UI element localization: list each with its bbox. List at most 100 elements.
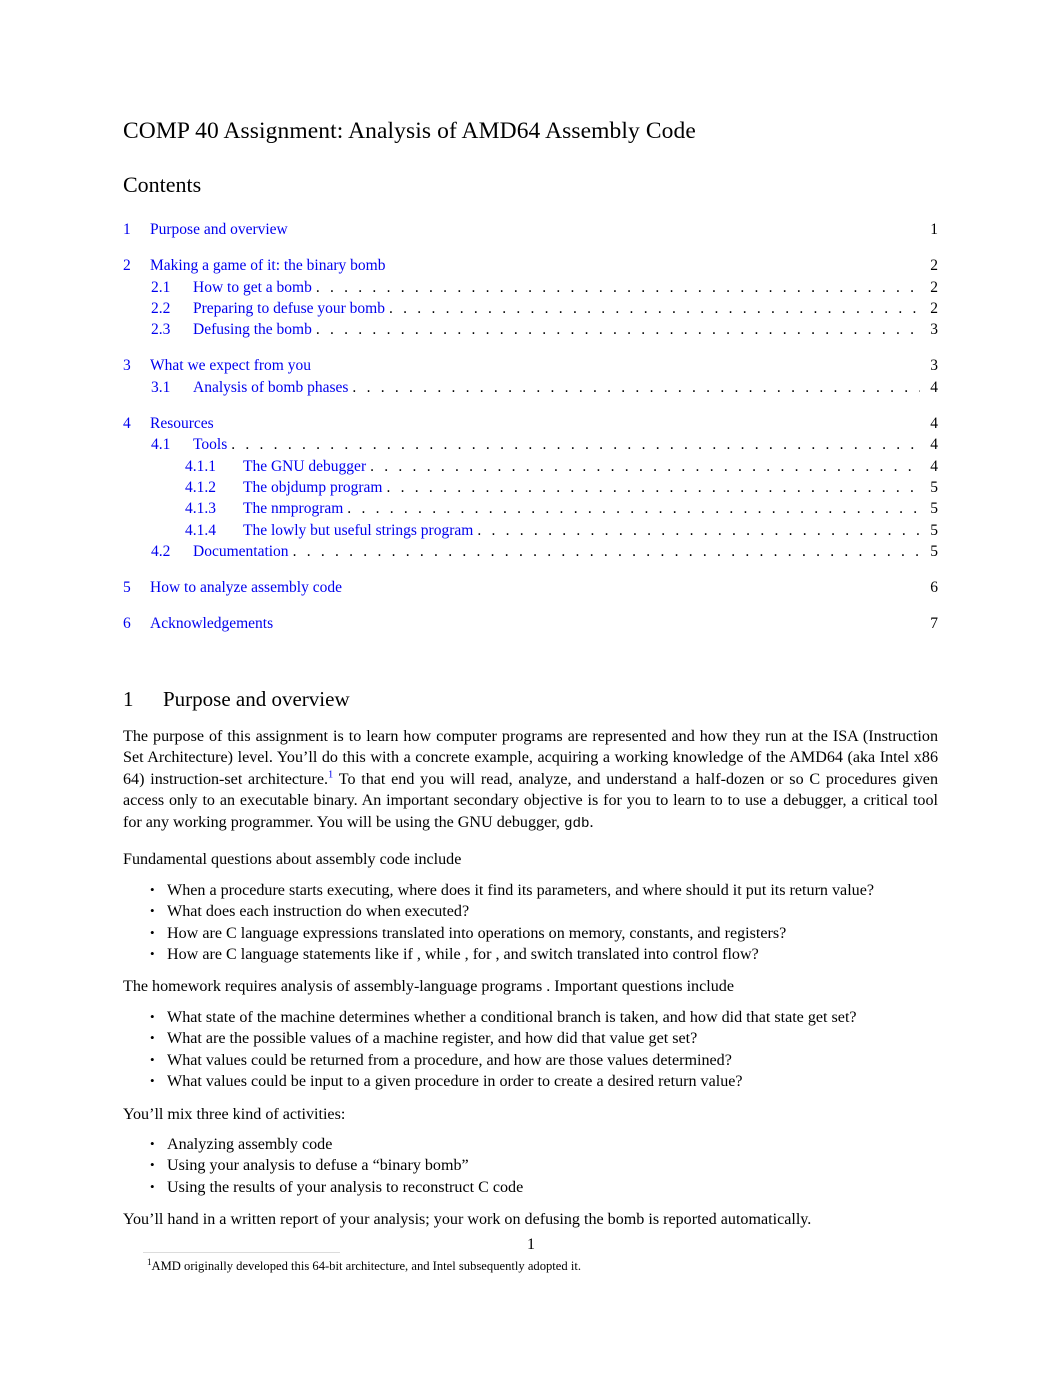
- toc-entry-number: 5: [123, 579, 131, 597]
- list-item: When a procedure starts executing, where…: [123, 879, 938, 901]
- document-page: COMP 40 Assignment: Analysis of AMD64 As…: [0, 0, 1062, 1377]
- toc-entry-3-1[interactable]: 3.1 Analysis of bomb phases 4: [123, 377, 938, 398]
- list-item: Analyzing assembly code: [123, 1133, 938, 1155]
- toc-entry-number: 4: [123, 415, 131, 433]
- toc-entry-page: 4: [930, 457, 938, 475]
- toc-entry-2-1[interactable]: 2.1 How to get a bomb 2: [123, 277, 938, 298]
- toc-entry-page: 2: [930, 278, 938, 296]
- toc-entry-label: How to get a bomb: [193, 278, 312, 296]
- toc-entry-3[interactable]: 3 What we expect from you 3: [123, 355, 938, 376]
- toc-entry-number: 4.1.3: [185, 500, 216, 518]
- toc-entry-number: 3.1: [151, 378, 171, 396]
- toc-dot-leader: [370, 456, 920, 477]
- footnote-1: 1AMD originally developed this 64-bit ar…: [123, 1257, 938, 1274]
- list-item: What does each instruction do when execu…: [123, 900, 938, 922]
- toc-entry-label: Analysis of bomb phases: [193, 378, 349, 396]
- toc-dot-leader: [316, 277, 920, 298]
- toc-entry-page: 2: [930, 299, 938, 317]
- toc-entry-label: The lowly but useful strings program: [243, 521, 474, 539]
- toc-dot-leader: [293, 541, 920, 562]
- toc-entry-2-2[interactable]: 2.2 Preparing to defuse your bomb 2: [123, 298, 938, 319]
- toc-dot-leader: [352, 377, 920, 398]
- toc-entry-page: 5: [930, 478, 938, 496]
- toc-entry-number: 3: [123, 357, 131, 375]
- section-number: 1: [123, 686, 134, 711]
- toc-entry-number: 2.3: [151, 321, 171, 339]
- toc-entry-number: 2.2: [151, 299, 171, 317]
- toc-dot-leader: [231, 434, 920, 455]
- section-title: Purpose and overview: [163, 686, 350, 711]
- toc-entry-4-1-1[interactable]: 4.1.1 The GNU debugger 4: [123, 456, 938, 477]
- toc-entry-number: 4.1.4: [185, 521, 216, 539]
- toc-entry-label: Making a game of it: the binary bomb: [150, 257, 386, 275]
- toc-entry-page: 3: [930, 321, 938, 339]
- toc-entry-page: 5: [930, 521, 938, 539]
- list-item: What values could be returned from a pro…: [123, 1049, 938, 1071]
- toc-group: 2 Making a game of it: the binary bomb 2 2.…: [123, 255, 938, 340]
- table-of-contents: 1 Purpose and overview 1 2 Making a game of …: [123, 219, 938, 635]
- toc-entry-number: 2.1: [151, 278, 171, 296]
- toc-entry-page: 5: [930, 542, 938, 560]
- list-item: How are C language statements like if , …: [123, 943, 938, 965]
- toc-entry-page: 4: [930, 378, 938, 396]
- toc-entry-1[interactable]: 1 Purpose and overview 1: [123, 219, 938, 240]
- toc-entry-label: The objdump program: [243, 478, 383, 496]
- paragraph-intro: The purpose of this assignment is to lea…: [123, 712, 938, 836]
- toc-entry-4-1-3[interactable]: 4.1.3 The nmprogram 5: [123, 498, 938, 519]
- toc-entry-page: 3: [930, 357, 938, 375]
- toc-entry-page: 1: [930, 221, 938, 238]
- list-item: Using the results of your analysis to re…: [123, 1176, 938, 1198]
- toc-dot-leader: [477, 520, 920, 541]
- toc-entry-page: 4: [930, 415, 938, 433]
- toc-entry-4-2[interactable]: 4.2 Documentation 5: [123, 541, 938, 562]
- page-number: 1: [527, 1236, 535, 1253]
- footnote-text: AMD originally developed this 64-bit arc…: [151, 1258, 581, 1273]
- toc-entry-4-1-4[interactable]: 4.1.4 The lowly but useful strings progra…: [123, 520, 938, 541]
- toc-entry-page: 7: [930, 615, 938, 633]
- toc-entry-number: 4.2: [151, 542, 171, 560]
- paragraph-fundamental-questions: Fundamental questions about assembly cod…: [123, 851, 462, 869]
- list-item: What values could be input to a given pr…: [123, 1070, 938, 1092]
- toc-entry-number: 1: [123, 221, 131, 238]
- bullet-list-activities: Analyzing assembly codeUsing your analys…: [123, 1125, 938, 1198]
- toc-entry-4[interactable]: 4 Resources 4: [123, 413, 938, 434]
- toc-entry-label: What we expect from you: [150, 357, 311, 375]
- paragraph-homework-requires: The homework requires analysis of assemb…: [123, 978, 734, 996]
- toc-entry-4-1[interactable]: 4.1 Tools 4: [123, 434, 938, 455]
- toc-entry-page: 6: [930, 579, 938, 597]
- paragraph-activities-intro: You’ll mix three kind of activities:: [123, 1105, 346, 1123]
- toc-entry-label: Defusing the bomb: [193, 321, 312, 339]
- list-item: What are the possible values of a machin…: [123, 1027, 938, 1049]
- toc-dot-leader: [386, 477, 920, 498]
- toc-entry-label: Resources: [150, 415, 214, 433]
- toc-entry-number: 2: [123, 257, 131, 275]
- toc-group: 5 How to analyze assembly code 6: [123, 577, 938, 598]
- toc-entry-number: 4.1: [151, 436, 171, 454]
- toc-entry-label: Purpose and overview: [150, 221, 288, 238]
- list-item: What state of the machine determines whe…: [123, 1006, 938, 1028]
- toc-entry-2[interactable]: 2 Making a game of it: the binary bomb 2: [123, 255, 938, 276]
- toc-dot-leader: [347, 498, 920, 519]
- toc-group: 6 Acknowledgements 7: [123, 613, 938, 634]
- toc-entry-label: The nmprogram: [243, 500, 344, 518]
- toc-entry-6[interactable]: 6 Acknowledgements 7: [123, 613, 938, 634]
- toc-dot-leader: [316, 319, 920, 340]
- toc-entry-label: Preparing to defuse your bomb: [193, 299, 385, 317]
- toc-group: 3 What we expect from you 3 3.1 Analysis of …: [123, 355, 938, 398]
- bullet-list-important-questions: What state of the machine determines whe…: [123, 998, 938, 1093]
- toc-entry-4-1-2[interactable]: 4.1.2 The objdump program 5: [123, 477, 938, 498]
- toc-entry-number: 4.1.1: [185, 457, 216, 475]
- paragraph-intro-text-c: .: [589, 813, 594, 831]
- toc-entry-5[interactable]: 5 How to analyze assembly code 6: [123, 577, 938, 598]
- toc-entry-label: The GNU debugger: [243, 457, 367, 475]
- toc-entry-2-3[interactable]: 2.3 Defusing the bomb 3: [123, 319, 938, 340]
- toc-entry-number: 4.1.2: [185, 478, 216, 496]
- contents-heading: Contents: [123, 172, 202, 197]
- toc-entry-label: Documentation: [193, 542, 289, 560]
- section-heading-1: 1 Purpose and overview: [123, 650, 938, 712]
- inline-code-gdb: gdb: [563, 815, 590, 832]
- toc-group: 1 Purpose and overview 1: [123, 219, 938, 240]
- toc-entry-label: Tools: [193, 436, 228, 454]
- page-title: COMP 40 Assignment: Analysis of AMD64 As…: [123, 118, 696, 144]
- toc-dot-leader: [389, 298, 920, 319]
